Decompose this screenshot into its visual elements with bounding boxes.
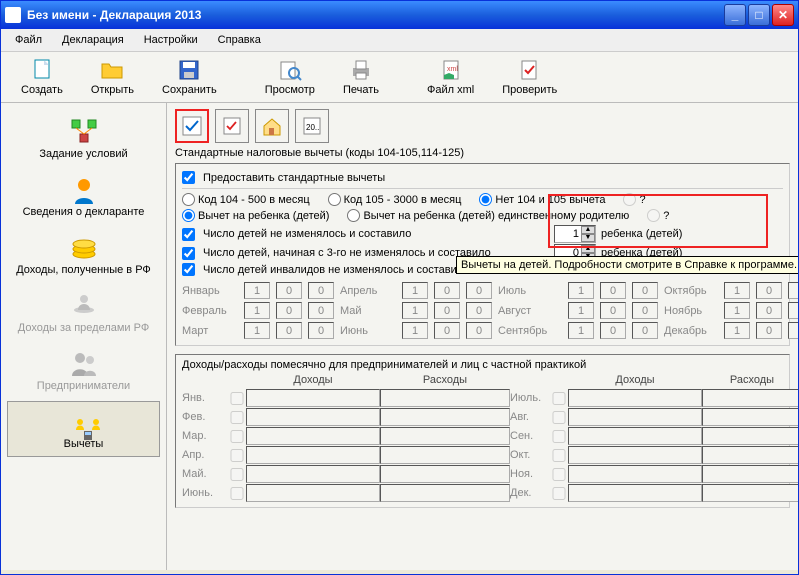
income-expense-title: Доходы/расходы помесячно для предпринима… — [182, 359, 783, 371]
menu-settings[interactable]: Настройки — [136, 32, 206, 48]
xml-button[interactable]: xmlФайл xml — [413, 56, 488, 98]
svg-text:xml: xml — [447, 66, 458, 73]
highlight-box — [548, 194, 768, 248]
save-button[interactable]: Сохранить — [148, 56, 231, 98]
child-deduction-radio[interactable] — [182, 209, 195, 222]
sidebar-item-entrepreneurs: Предприниматели — [7, 343, 160, 399]
close-button[interactable]: ✕ — [772, 4, 794, 26]
preview-button[interactable]: Просмотр — [251, 56, 329, 98]
window-title: Без имени - Декларация 2013 — [27, 8, 724, 22]
check-button[interactable]: Проверить — [488, 56, 571, 98]
tab-social-deductions[interactable] — [215, 109, 249, 143]
tab-losses[interactable]: 20.. — [295, 109, 329, 143]
create-button[interactable]: Создать — [7, 56, 77, 98]
children-from3-constant-checkbox[interactable] — [182, 247, 195, 260]
income-expense-panel: Доходы/расходы помесячно для предпринима… — [175, 354, 790, 508]
menu-help[interactable]: Справка — [210, 32, 269, 48]
sidebar-item-income-abroad: Доходы за пределами РФ — [7, 285, 160, 341]
tooltip: Вычеты на детей. Подробности смотрите в … — [456, 256, 798, 274]
sidebar-item-declarant[interactable]: Сведения о декларанте — [7, 169, 160, 225]
toolbar: Создать Открыть Сохранить Просмотр Печат… — [1, 52, 798, 103]
menubar: Файл Декларация Настройки Справка — [1, 29, 798, 52]
sidebar-item-deductions[interactable]: Вычеты — [7, 401, 160, 457]
tab-standard-deductions[interactable] — [175, 109, 209, 143]
svg-text:20..: 20.. — [306, 123, 319, 132]
code-105-radio[interactable] — [328, 193, 341, 206]
children-disabled-constant-checkbox[interactable] — [182, 263, 195, 276]
print-button[interactable]: Печать — [329, 56, 393, 98]
provide-deductions-checkbox[interactable] — [182, 171, 195, 184]
sidebar: Задание условий Сведения о декларанте До… — [1, 103, 167, 570]
sidebar-item-conditions[interactable]: Задание условий — [7, 111, 160, 167]
menu-file[interactable]: Файл — [7, 32, 50, 48]
app-icon — [5, 7, 21, 23]
minimize-button[interactable]: _ — [724, 4, 746, 26]
month-grid: Январь Апрель Июль Октябрь Февраль Май А… — [182, 282, 783, 339]
titlebar: Без имени - Декларация 2013 _ □ ✕ — [1, 1, 798, 29]
no-104-105-radio[interactable] — [479, 193, 492, 206]
child-single-parent-radio[interactable] — [347, 209, 360, 222]
main-panel: 20.. Стандартные налоговые вычеты (коды … — [167, 103, 798, 570]
sidebar-item-income-rf[interactable]: Доходы, полученные в РФ — [7, 227, 160, 283]
code-104-radio[interactable] — [182, 193, 195, 206]
menu-declaration[interactable]: Декларация — [54, 32, 132, 48]
tab-property-deductions[interactable] — [255, 109, 289, 143]
children-count-constant-checkbox[interactable] — [182, 228, 195, 241]
section-title: Стандартные налоговые вычеты (коды 104-1… — [175, 147, 790, 159]
open-button[interactable]: Открыть — [77, 56, 148, 98]
maximize-button[interactable]: □ — [748, 4, 770, 26]
